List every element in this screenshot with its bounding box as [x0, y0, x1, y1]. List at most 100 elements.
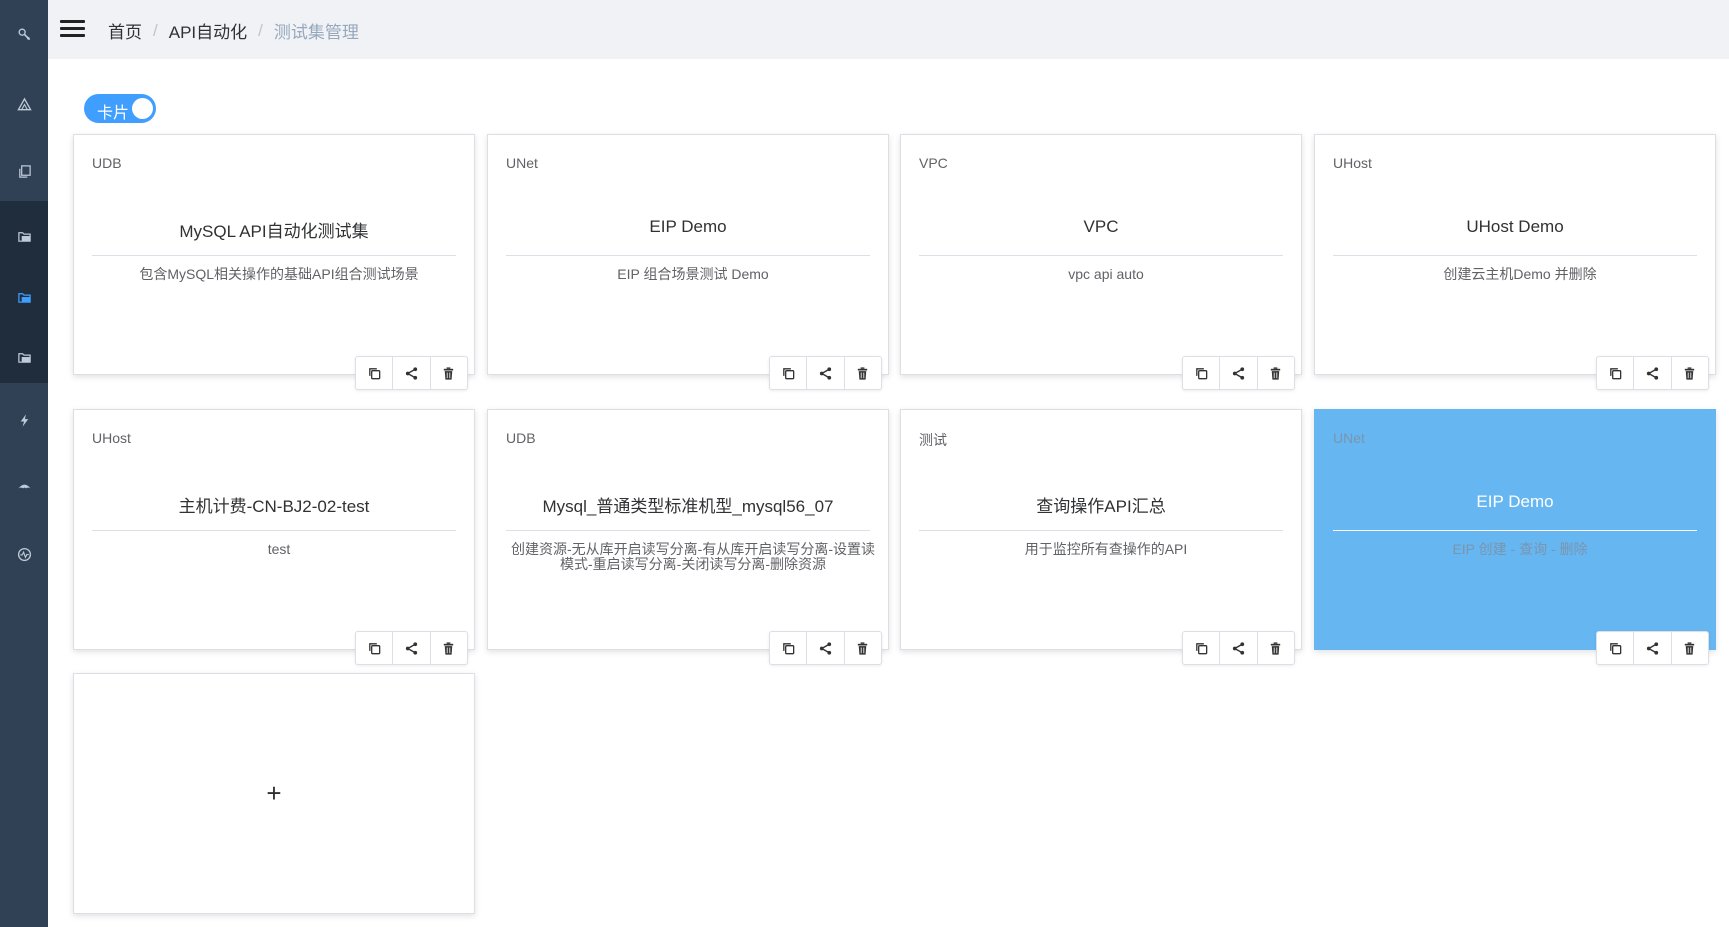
copy-icon — [1609, 367, 1621, 379]
hamburger-menu-icon[interactable] — [60, 16, 86, 42]
breadcrumb: 首页 / API自动化 / 测试集管理 — [108, 18, 359, 43]
share-button[interactable] — [393, 632, 431, 664]
share-icon — [1232, 641, 1245, 655]
share-button[interactable] — [1634, 357, 1672, 389]
delete-button[interactable] — [431, 357, 467, 389]
copy-icon — [1195, 642, 1207, 654]
folder-icon — [17, 352, 31, 363]
delete-button[interactable] — [845, 357, 881, 389]
card-divider — [506, 255, 870, 256]
copy-button[interactable] — [1183, 632, 1221, 664]
trash-icon — [1271, 641, 1281, 655]
card-title: MySQL API自动化测试集 — [179, 222, 369, 241]
copy-button[interactable] — [1183, 357, 1221, 389]
test-suite-card[interactable]: 测试 查询操作API汇总 用于监控所有查操作的API — [900, 409, 1302, 650]
copy-icon — [782, 642, 794, 654]
card-action-group — [1596, 631, 1709, 665]
share-button[interactable] — [1220, 357, 1258, 389]
test-suite-card[interactable]: UHost 主机计费-CN-BJ2-02-test test — [73, 409, 475, 650]
test-suite-card[interactable]: VPC VPC vpc api auto — [900, 134, 1302, 375]
share-button[interactable] — [807, 632, 845, 664]
delete-button[interactable] — [1672, 357, 1708, 389]
copy-button[interactable] — [770, 632, 808, 664]
card-action-group — [769, 631, 882, 665]
card-description: vpc api auto — [1068, 266, 1144, 282]
card-description: 创建云主机Demo 并删除 — [1443, 266, 1597, 282]
share-button[interactable] — [1220, 632, 1258, 664]
breadcrumb-separator: / — [153, 20, 158, 40]
delete-button[interactable] — [1258, 632, 1294, 664]
card-tag: 测试 — [919, 432, 947, 448]
card-action-group — [1182, 631, 1295, 665]
triangle-icon — [16, 97, 32, 110]
sidebar-item-documents[interactable] — [0, 155, 48, 187]
copy-icon — [782, 367, 794, 379]
card-divider — [506, 530, 870, 531]
sidebar-item-folder-1[interactable] — [0, 220, 48, 252]
card-tag: UDB — [506, 430, 536, 446]
add-suite-card[interactable]: + — [73, 673, 475, 914]
card-action-group — [769, 356, 882, 390]
test-suite-card[interactable]: UHost UHost Demo 创建云主机Demo 并删除 — [1314, 134, 1716, 375]
trash-icon — [858, 366, 868, 380]
card-divider — [919, 530, 1283, 531]
card-divider — [92, 255, 456, 256]
copy-button[interactable] — [1597, 357, 1635, 389]
card-divider — [92, 530, 456, 531]
sidebar-item-lightning[interactable] — [0, 404, 48, 436]
toggle-knob — [132, 98, 153, 119]
sidebar — [0, 0, 48, 927]
pulse-icon — [17, 547, 31, 561]
test-suite-card[interactable]: UDB MySQL API自动化测试集 包含MySQL相关操作的基础API组合测试场… — [73, 134, 475, 375]
card-action-group — [1182, 356, 1295, 390]
share-icon — [1232, 366, 1245, 380]
share-button[interactable] — [393, 357, 431, 389]
card-tag: UHost — [92, 430, 131, 446]
sidebar-item-folder-2[interactable] — [0, 281, 48, 313]
delete-button[interactable] — [1672, 632, 1708, 664]
card-title: EIP Demo — [1476, 492, 1554, 511]
trash-icon — [444, 641, 454, 655]
share-button[interactable] — [1634, 632, 1672, 664]
breadcrumb-current: 测试集管理 — [273, 23, 359, 42]
umbrella-icon — [17, 484, 31, 488]
card-title: Mysql_普通类型标准机型_mysql56_07 — [542, 497, 834, 516]
test-suite-card[interactable]: UNet EIP Demo EIP 组合场景测试 Demo — [487, 134, 889, 375]
share-icon — [1646, 641, 1659, 655]
delete-button[interactable] — [845, 632, 881, 664]
sidebar-item-triangle[interactable] — [0, 88, 48, 120]
card-description: EIP 组合场景测试 Demo — [617, 266, 769, 282]
wrench-icon — [17, 27, 30, 40]
card-title: 查询操作API汇总 — [1036, 497, 1166, 516]
delete-button[interactable] — [1258, 357, 1294, 389]
test-suite-card[interactable]: UDB Mysql_普通类型标准机型_mysql56_07 创建资源-无从库开启读写… — [487, 409, 889, 650]
copy-button[interactable] — [356, 632, 394, 664]
card-title: 主机计费-CN-BJ2-02-test — [178, 497, 370, 516]
sidebar-item-tools[interactable] — [0, 18, 48, 50]
copy-button[interactable] — [770, 357, 808, 389]
trash-icon — [858, 641, 868, 655]
breadcrumb-separator: / — [258, 20, 263, 40]
copy-button[interactable] — [356, 357, 394, 389]
copy-button[interactable] — [1597, 632, 1635, 664]
share-icon — [405, 641, 418, 655]
delete-button[interactable] — [431, 632, 467, 664]
sidebar-item-monitor[interactable] — [0, 538, 48, 570]
sidebar-item-folder-3[interactable] — [0, 341, 48, 373]
card-view-toggle[interactable]: 卡片 — [84, 94, 156, 123]
breadcrumb-home[interactable]: 首页 — [108, 18, 142, 43]
breadcrumb-api-automation[interactable]: API自动化 — [169, 18, 247, 43]
card-title: UHost Demo — [1466, 217, 1564, 236]
card-tag: UNet — [506, 155, 538, 171]
share-icon — [819, 641, 832, 655]
sidebar-item-umbrella[interactable] — [0, 470, 48, 502]
share-button[interactable] — [807, 357, 845, 389]
card-action-group — [1596, 356, 1709, 390]
copy-icon — [1195, 367, 1207, 379]
card-tag: UHost — [1333, 155, 1372, 171]
test-suite-card[interactable]: UNet EIP Demo EIP 创建 - 查询 - 删除 — [1314, 409, 1716, 650]
card-action-group — [355, 631, 468, 665]
trash-icon — [1685, 641, 1695, 655]
plus-icon: + — [266, 778, 282, 808]
share-icon — [405, 366, 418, 380]
